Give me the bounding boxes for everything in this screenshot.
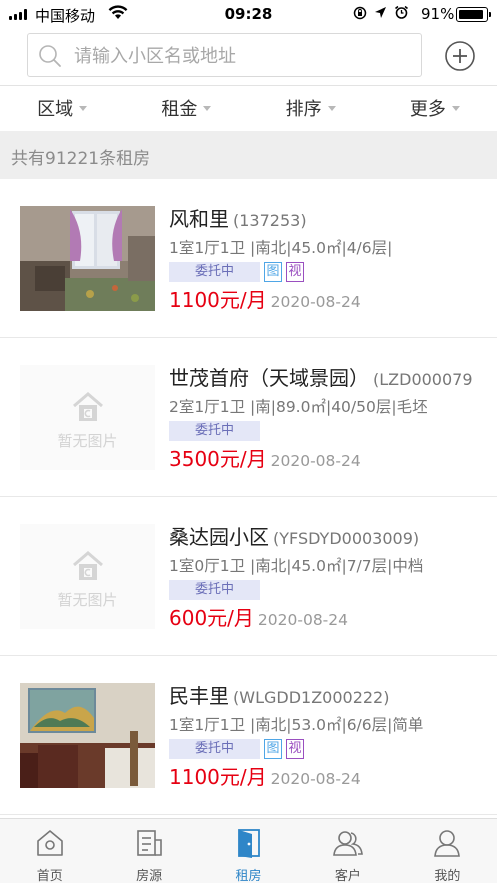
listing-price: 1100元/月 [169, 288, 267, 312]
listing-price: 600元/月 [169, 606, 254, 630]
orientation-lock-icon [353, 6, 367, 19]
listing-date: 2020-08-24 [270, 452, 361, 470]
tab-label: 客户 [334, 869, 361, 884]
image-badge: 图 [264, 262, 283, 282]
filter-label: 租金 [161, 99, 198, 120]
listing-photo-placeholder: 暂无图片 [20, 524, 155, 629]
status-badge: 委托中 [169, 421, 261, 441]
chevron-down-icon [451, 105, 460, 111]
tab-listings[interactable]: 房源 [99, 819, 198, 884]
door-icon [237, 829, 260, 858]
video-badge: 视 [286, 262, 305, 282]
tab-profile[interactable]: 我的 [398, 819, 497, 884]
listing-list: 风和里 (137253) 1室1厅1卫 |南北|45.0㎡|4/6层| 委托中 图… [0, 179, 497, 815]
listing-details: 2室1厅1卫 |南|89.0㎡|40/50层|毛坯 [169, 398, 428, 416]
status-badge: 委托中 [169, 580, 261, 600]
listing-name: 民丰里 [169, 684, 229, 708]
listing-code: (137253) [233, 211, 307, 230]
filter-label: 区域 [37, 99, 74, 120]
listing-code: (WLGDD1Z000222) [233, 688, 390, 707]
listing-name: 世茂首府（天域景园） [169, 366, 369, 390]
chevron-down-icon [327, 105, 336, 111]
alarm-icon [395, 5, 408, 19]
no-image-icon [20, 390, 155, 428]
search-box[interactable] [27, 33, 422, 77]
listing-date: 2020-08-24 [270, 293, 361, 311]
listing-code: (LZD000079 [373, 370, 473, 389]
tab-rent[interactable]: 租房 [199, 819, 298, 884]
filter-label: 更多 [409, 99, 446, 120]
listing-details: 1室0厅1卫 |南北|45.0㎡|7/7层|中档 [169, 557, 424, 575]
search-bar [0, 30, 497, 85]
battery-percent: 91% [421, 5, 455, 23]
search-icon [38, 44, 62, 72]
image-badge: 图 [264, 739, 283, 759]
profile-icon [434, 830, 461, 857]
no-image-icon [20, 549, 155, 587]
status-badge: 委托中 [169, 739, 261, 759]
video-badge: 视 [286, 739, 305, 759]
tab-label: 租房 [235, 869, 262, 884]
listing-photo [20, 683, 155, 788]
no-image-text: 暂无图片 [57, 432, 118, 450]
tab-bar: 首页 房源 租房 客户 我的 [0, 818, 497, 884]
listing-item[interactable]: 暂无图片 世茂首府（天域景园） (LZD000079 2室1厅1卫 |南|89.0… [0, 338, 497, 497]
filter-sort[interactable]: 排序 [249, 86, 373, 130]
listing-item[interactable]: 暂无图片 桑达园小区 (YFSDYD0003009) 1室0厅1卫 |南北|45.… [0, 497, 497, 656]
tab-customers[interactable]: 客户 [298, 819, 397, 884]
listing-details: 1室1厅1卫 |南北|45.0㎡|4/6层| [169, 239, 393, 257]
listing-photo-placeholder: 暂无图片 [20, 365, 155, 470]
customers-icon [333, 831, 363, 856]
listing-date: 2020-08-24 [270, 770, 361, 788]
tab-label: 首页 [36, 869, 63, 884]
listing-date: 2020-08-24 [257, 611, 349, 629]
add-button[interactable] [444, 40, 476, 76]
filter-bar: 区域 租金 排序 更多 [0, 85, 497, 130]
chevron-down-icon [203, 105, 212, 111]
chevron-down-icon [79, 105, 88, 111]
tab-label: 房源 [136, 869, 163, 884]
listing-icon [137, 830, 162, 856]
tab-home[interactable]: 首页 [0, 819, 99, 884]
result-count: 共有91221条租房 [0, 131, 497, 179]
listing-item[interactable]: 民丰里 (WLGDD1Z000222) 1室1厅1卫 |南北|53.0㎡|6/6层… [0, 656, 497, 815]
status-badge: 委托中 [169, 262, 261, 282]
filter-area[interactable]: 区域 [0, 86, 124, 130]
battery-icon [456, 7, 491, 22]
listing-code: (YFSDYD0003009) [273, 529, 420, 548]
listing-name: 桑达园小区 [169, 525, 269, 549]
listing-details: 1室1厅1卫 |南北|53.0㎡|6/6层|简单 [169, 716, 424, 734]
listing-name: 风和里 [169, 207, 229, 231]
listing-photo [20, 206, 155, 311]
location-icon [375, 7, 386, 18]
listing-price: 1100元/月 [169, 765, 267, 789]
home-icon [36, 830, 63, 856]
add-icon [445, 41, 475, 71]
search-input[interactable] [72, 42, 406, 70]
filter-label: 排序 [285, 99, 322, 120]
tab-label: 我的 [434, 869, 461, 884]
status-bar: 中国移动 09:28 91% [0, 0, 497, 30]
no-image-text: 暂无图片 [57, 591, 118, 609]
filter-rent[interactable]: 租金 [124, 86, 248, 130]
listing-item[interactable]: 风和里 (137253) 1室1厅1卫 |南北|45.0㎡|4/6层| 委托中 图… [0, 179, 497, 338]
filter-more[interactable]: 更多 [373, 86, 497, 130]
listing-price: 3500元/月 [169, 447, 267, 471]
